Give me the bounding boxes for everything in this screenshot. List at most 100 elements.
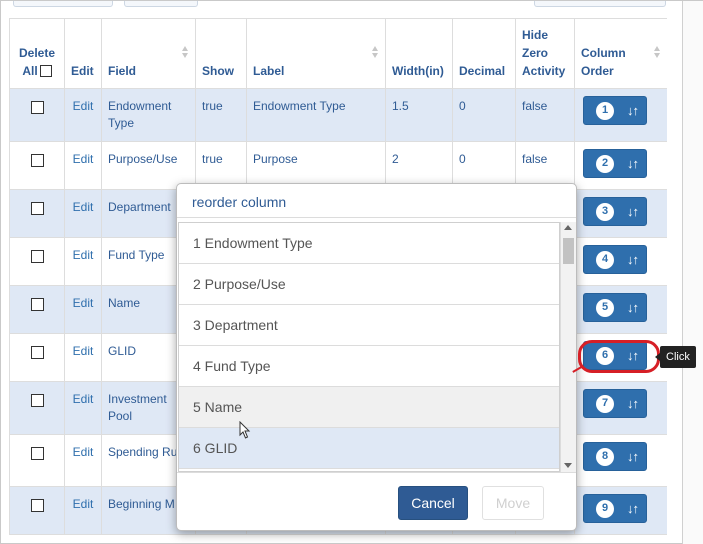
sort-icon[interactable] [182,46,188,60]
column-list-item[interactable]: 4 Fund Type [179,346,559,387]
edit-cell: Edit [64,381,102,435]
edit-link[interactable]: Edit [73,445,94,459]
order-number: 5 [596,298,614,317]
order-number: 7 [596,394,614,413]
top-tabs [1,1,666,9]
row-delete-checkbox[interactable] [30,499,44,513]
field-cell: Endowment Type [101,88,196,142]
edit-link[interactable]: Edit [73,497,94,511]
move-button[interactable]: Move [482,486,544,520]
row-delete-checkbox[interactable] [30,298,44,312]
column-order-button[interactable]: 4 ↓↑ [583,245,647,274]
column-order-button[interactable]: 2 ↓↑ [583,149,647,178]
header-decimal-label: Decimal [459,64,506,78]
sort-icon[interactable] [372,46,378,60]
delete-all-checkbox[interactable] [39,65,52,77]
column-list-item[interactable]: 6 GLID [179,428,559,469]
row-delete-checkbox[interactable] [30,250,44,264]
list-scrollbar[interactable] [560,222,576,472]
edit-link[interactable]: Edit [73,344,94,358]
column-list-item[interactable]: 1 Endowment Type [179,223,559,264]
order-cell: 2 ↓↑ [574,141,667,190]
page-scrollbar[interactable] [682,1,703,544]
sort-arrows-icon: ↓↑ [627,300,639,315]
edit-cell: Edit [64,141,102,190]
column-order-button[interactable]: 1 ↓↑ [583,96,647,125]
column-order-button[interactable]: 8 ↓↑ [583,442,647,471]
header-field[interactable]: Field [101,18,196,89]
header-delete-all-label: All [22,64,38,78]
order-number: 2 [596,154,614,173]
edit-link[interactable]: Edit [73,152,94,166]
reorder-column-modal: reorder column 1 Endowment Type 2 Purpose… [176,183,577,531]
order-number: 9 [596,499,614,518]
row-delete-checkbox[interactable] [30,101,44,115]
scroll-up-icon[interactable] [564,225,572,230]
top-tab[interactable] [13,1,113,7]
header-decimal: Decimal [452,18,516,89]
decimal-cell: 0 [452,88,516,142]
column-list-item[interactable]: 2 Purpose/Use [179,264,559,305]
order-number: 4 [596,250,614,269]
sort-arrows-icon: ↓↑ [627,204,639,219]
edit-link[interactable]: Edit [73,99,94,113]
order-cell: 7 ↓↑ [574,381,667,435]
column-list[interactable]: 1 Endowment Type 2 Purpose/Use 3 Departmen… [178,222,560,472]
row-delete-checkbox[interactable] [30,346,44,360]
header-column-order[interactable]: Column Order [574,18,667,89]
edit-link[interactable]: Edit [73,200,94,214]
row-checkbox-cell [9,434,65,487]
hide-zero-cell: false [515,88,575,142]
header-edit: Edit [64,18,102,89]
top-tab[interactable] [534,1,666,7]
row-checkbox-cell [9,237,65,286]
row-checkbox-cell [9,285,65,334]
row-checkbox-cell [9,88,65,142]
row-checkbox-cell [9,333,65,382]
sort-arrows-icon: ↓↑ [627,103,639,118]
edit-cell: Edit [64,285,102,334]
column-list-item[interactable]: 3 Department [179,305,559,346]
header-delete: Delete All [9,18,65,89]
edit-link[interactable]: Edit [73,296,94,310]
row-delete-checkbox[interactable] [30,154,44,168]
header-label[interactable]: Label [246,18,386,89]
column-order-button[interactable]: 3 ↓↑ [583,197,647,226]
header-label-label: Label [253,64,285,78]
label-cell: Endowment Type [246,88,386,142]
order-cell: 3 ↓↑ [574,189,667,238]
header-column-order-label: Column Order [581,46,626,78]
header-width-label: Width(in) [392,64,444,78]
order-number: 1 [596,101,614,120]
column-order-button[interactable]: 7 ↓↑ [583,389,647,418]
header-hide-zero: Hide Zero Activity [515,18,575,89]
order-cell: 9 ↓↑ [574,486,667,535]
edit-link[interactable]: Edit [73,392,94,406]
cancel-button[interactable]: Cancel [398,486,468,520]
show-cell: true [195,88,247,142]
row-delete-checkbox[interactable] [30,447,44,461]
column-list-item[interactable]: 5 Name [179,387,559,428]
header-edit-label: Edit [71,64,94,78]
row-delete-checkbox[interactable] [30,202,44,216]
sort-icon[interactable] [654,46,660,60]
row-delete-checkbox[interactable] [30,394,44,408]
order-cell: 5 ↓↑ [574,285,667,334]
edit-link[interactable]: Edit [73,248,94,262]
column-order-button[interactable]: 5 ↓↑ [583,293,647,322]
row-checkbox-cell [9,381,65,435]
order-number: 8 [596,447,614,466]
row-checkbox-cell [9,189,65,238]
app-frame: Delete All Edit Field Show Label Width(i… [0,0,703,544]
order-cell: 1 ↓↑ [574,88,667,142]
scroll-down-icon[interactable] [564,463,572,468]
row-checkbox-cell [9,141,65,190]
column-order-button[interactable]: 9 ↓↑ [583,494,647,523]
scroll-thumb[interactable] [563,238,574,264]
top-tab[interactable] [124,1,198,7]
table-row: Edit Endowment Type true Endowment Type 1.5 0… [9,88,667,142]
order-cell: 8 ↓↑ [574,434,667,487]
callout-highlight [578,340,660,373]
sort-arrows-icon: ↓↑ [627,396,639,411]
header-field-label: Field [108,64,137,78]
